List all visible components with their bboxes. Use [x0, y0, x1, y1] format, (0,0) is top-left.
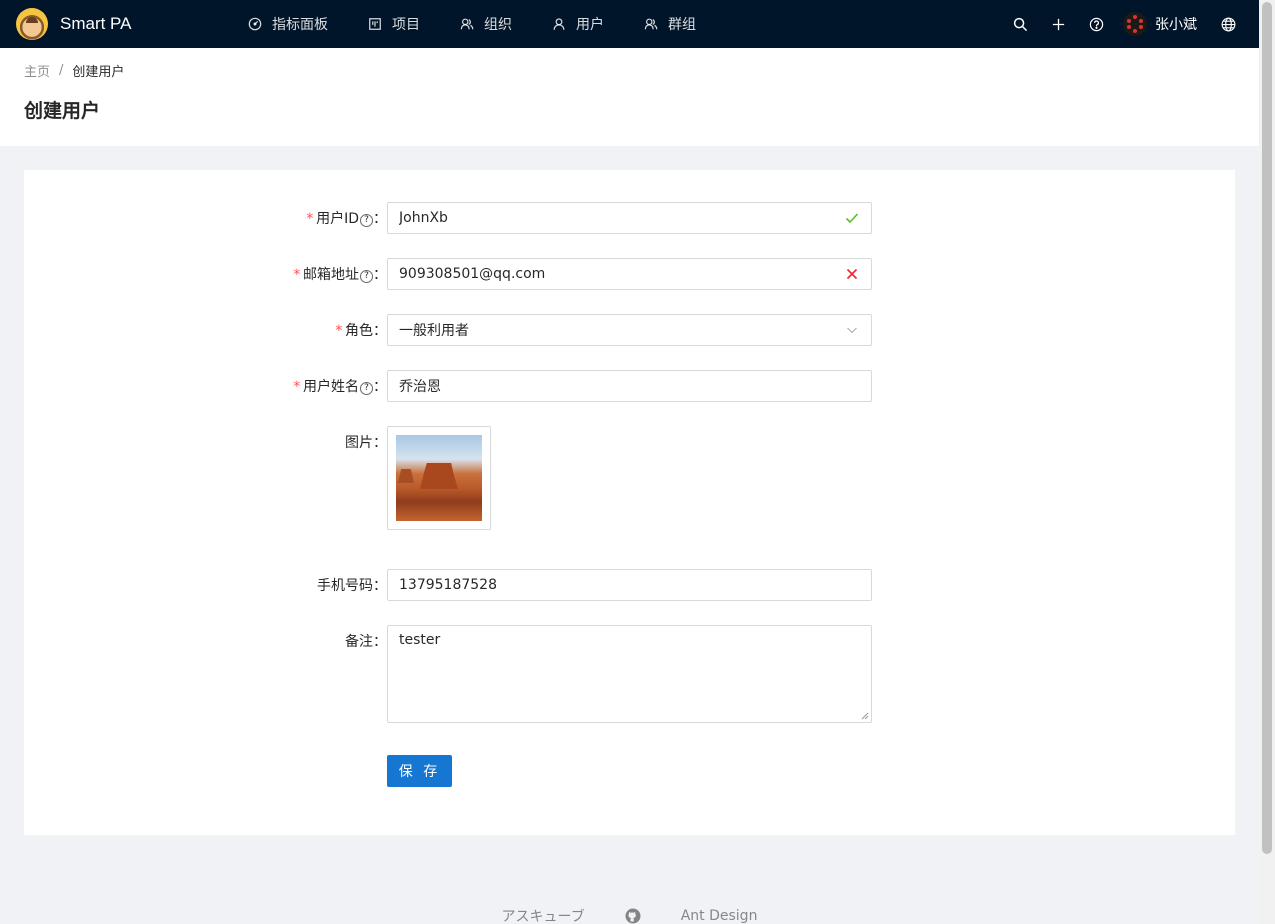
footer: アスキューブ Ant Design — [0, 906, 1259, 924]
header-actions: 张小斌 — [1001, 0, 1259, 48]
nav-item-user[interactable]: 用户 — [532, 0, 624, 48]
email-input[interactable]: 909308501@qq.com — [387, 258, 872, 290]
label-text: 备注 — [345, 634, 373, 650]
nav-label: 群组 — [668, 17, 696, 33]
label-text: 邮箱地址 — [303, 267, 359, 283]
label-colon: ： — [373, 323, 387, 339]
globe-icon — [1221, 17, 1235, 31]
footer-link-ascube[interactable]: アスキューブ — [502, 906, 585, 924]
required-mark: * — [292, 379, 301, 395]
breadcrumb-home[interactable]: 主页 — [24, 61, 50, 80]
user-name: 张小斌 — [1155, 17, 1197, 33]
note-textarea[interactable]: tester — [387, 625, 872, 723]
role-select[interactable]: 一般利用者 — [387, 314, 872, 346]
help-icon[interactable]: ? — [360, 214, 373, 227]
add-button[interactable] — [1039, 0, 1077, 48]
label-text: 用户姓名 — [303, 379, 359, 395]
close-icon — [844, 266, 860, 282]
image-upload[interactable] — [387, 426, 491, 530]
image-label: 图片： — [187, 432, 387, 452]
top-nav: 指标面板 项目 组织 用户 群组 — [228, 0, 716, 48]
label-colon: ： — [373, 634, 387, 650]
search-icon — [1013, 17, 1027, 31]
help-icon[interactable]: ? — [360, 382, 373, 395]
page-header: 主页 / 创建用户 创建用户 — [0, 48, 1259, 146]
group-icon — [644, 18, 658, 30]
email-value: 909308501@qq.com — [399, 266, 546, 282]
language-button[interactable] — [1209, 0, 1247, 48]
top-header: Smart PA 指标面板 项目 组织 用户 群组 张小斌 — [0, 0, 1259, 48]
phone-value: 13795187528 — [399, 577, 497, 593]
label-colon: ： — [373, 267, 387, 283]
breadcrumb: 主页 / 创建用户 — [24, 61, 1235, 80]
footer-link-ant-design[interactable]: Ant Design — [681, 908, 758, 924]
form-card: * 用户ID?： JohnXb * 邮箱地址?： 909308501@qq.com … — [24, 170, 1235, 835]
help-icon[interactable]: ? — [360, 270, 373, 283]
nav-label: 项目 — [392, 17, 420, 33]
page-title: 创建用户 — [24, 100, 101, 122]
role-value: 一般利用者 — [399, 323, 469, 339]
label-text: 手机号码 — [317, 578, 373, 594]
label-colon: ： — [373, 211, 387, 227]
label-text: 图片 — [345, 435, 373, 451]
breadcrumb-separator: / — [59, 63, 64, 78]
vertical-scrollbar[interactable] — [1259, 0, 1275, 924]
avatar — [1123, 12, 1147, 36]
nav-item-group[interactable]: 群组 — [624, 0, 716, 48]
phone-label: 手机号码： — [187, 575, 387, 595]
help-button[interactable] — [1077, 0, 1115, 48]
dashboard-icon — [248, 17, 262, 31]
user-menu[interactable]: 张小斌 — [1115, 0, 1209, 48]
user-id-label: * 用户ID?： — [187, 208, 387, 228]
resize-handle-icon[interactable] — [861, 712, 869, 720]
github-icon[interactable] — [625, 908, 641, 924]
question-circle-icon — [1089, 17, 1103, 31]
label-text: 角色 — [345, 323, 373, 339]
label-colon: ： — [373, 435, 387, 451]
check-icon — [844, 210, 860, 226]
nav-item-project[interactable]: 项目 — [348, 0, 440, 48]
breadcrumb-current: 创建用户 — [72, 65, 125, 80]
save-button[interactable]: 保 存 — [387, 755, 452, 787]
app-title: Smart PA — [60, 14, 132, 33]
required-mark: * — [305, 211, 315, 227]
plus-icon — [1052, 18, 1064, 30]
user-id-value: JohnXb — [399, 210, 448, 226]
note-value: tester — [399, 632, 441, 648]
nav-label: 指标面板 — [272, 17, 328, 33]
scrollbar-thumb[interactable] — [1262, 2, 1272, 854]
user-icon — [553, 18, 565, 30]
nav-label: 组织 — [484, 17, 512, 33]
nav-label: 用户 — [576, 17, 604, 33]
search-button[interactable] — [1001, 0, 1039, 48]
email-label: * 邮箱地址?： — [187, 264, 387, 284]
thumbnail-shape — [420, 463, 458, 489]
label-text: 用户ID — [316, 211, 359, 227]
team-icon — [460, 18, 474, 30]
note-label: 备注： — [187, 631, 387, 651]
logo-avatar-icon — [16, 8, 48, 40]
required-mark: * — [292, 267, 301, 283]
project-icon — [369, 18, 381, 30]
user-name-label: * 用户姓名?： — [187, 376, 387, 396]
uploaded-image-thumbnail[interactable] — [396, 435, 482, 521]
required-mark: * — [334, 323, 343, 339]
nav-item-dashboard[interactable]: 指标面板 — [228, 0, 348, 48]
thumbnail-shape — [398, 469, 414, 483]
chevron-down-icon — [844, 322, 860, 338]
user-name-input[interactable]: 乔治恩 — [387, 370, 872, 402]
phone-input[interactable]: 13795187528 — [387, 569, 872, 601]
label-colon: ： — [373, 379, 387, 395]
label-colon: ： — [373, 578, 387, 594]
role-label: * 角色： — [187, 320, 387, 340]
app-logo[interactable]: Smart PA — [16, 8, 206, 40]
user-id-input[interactable]: JohnXb — [387, 202, 872, 234]
user-name-value: 乔治恩 — [399, 379, 441, 395]
nav-item-team[interactable]: 组织 — [440, 0, 532, 48]
